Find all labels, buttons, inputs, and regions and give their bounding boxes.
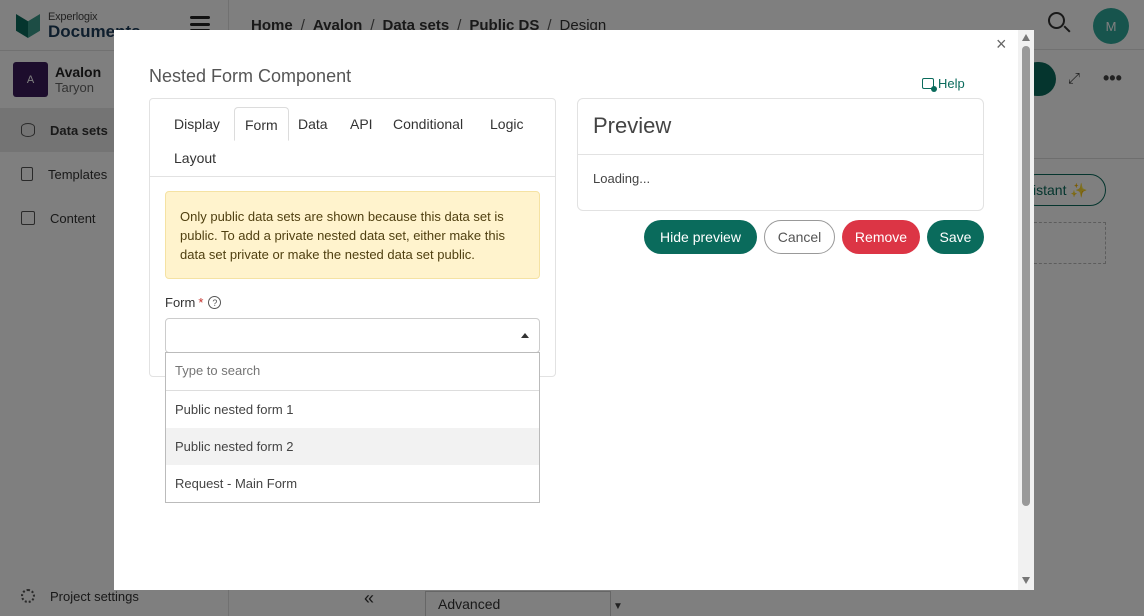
dropdown-search-input[interactable] <box>175 363 530 378</box>
form-select-dropdown: Public nested form 1 Public nested form … <box>165 352 540 503</box>
caret-up-icon <box>521 333 529 338</box>
remove-button[interactable]: Remove <box>842 220 920 254</box>
dropdown-option[interactable]: Request - Main Form <box>166 465 539 502</box>
tab-conditional[interactable]: Conditional <box>383 107 473 141</box>
modal-title: Nested Form Component <box>149 66 352 86</box>
preview-loading: Loading... <box>593 171 651 186</box>
help-label: Help <box>938 76 965 91</box>
form-field-label: Form * ? <box>165 295 222 310</box>
hide-preview-button[interactable]: Hide preview <box>644 220 757 254</box>
dropdown-option[interactable]: Public nested form 2 <box>166 428 539 465</box>
dropdown-search <box>166 353 539 391</box>
tab-api[interactable]: API <box>340 107 383 141</box>
tab-logic[interactable]: Logic <box>480 107 533 141</box>
edit-panel: Display Form Data API Conditional Logic … <box>149 98 556 377</box>
tab-layout[interactable]: Layout <box>164 141 226 175</box>
public-only-alert: Only public data sets are shown because … <box>165 191 540 279</box>
preview-title: Preview <box>578 99 983 155</box>
required-mark: * <box>198 295 204 310</box>
cancel-button[interactable]: Cancel <box>764 220 835 254</box>
scrollbar[interactable] <box>1018 30 1034 590</box>
scroll-down-icon[interactable] <box>1022 577 1030 584</box>
scroll-thumb[interactable] <box>1022 46 1030 506</box>
form-label-text: Form <box>165 295 196 310</box>
form-select[interactable] <box>165 318 540 353</box>
nested-form-modal: × Nested Form Component Help Display For… <box>114 30 1034 590</box>
help-tooltip-icon[interactable]: ? <box>208 296 222 309</box>
tab-form[interactable]: Form <box>234 107 289 141</box>
tab-data[interactable]: Data <box>288 107 338 141</box>
tab-bar: Display Form Data API Conditional Logic … <box>150 99 555 177</box>
save-button[interactable]: Save <box>927 220 984 254</box>
dropdown-option[interactable]: Public nested form 1 <box>166 391 539 428</box>
scroll-up-icon[interactable] <box>1022 34 1030 41</box>
help-icon <box>922 78 937 92</box>
tab-display[interactable]: Display <box>164 107 230 141</box>
close-icon[interactable]: × <box>996 34 1007 55</box>
preview-panel: Preview Loading... <box>577 98 984 211</box>
help-link[interactable]: Help <box>922 76 965 92</box>
